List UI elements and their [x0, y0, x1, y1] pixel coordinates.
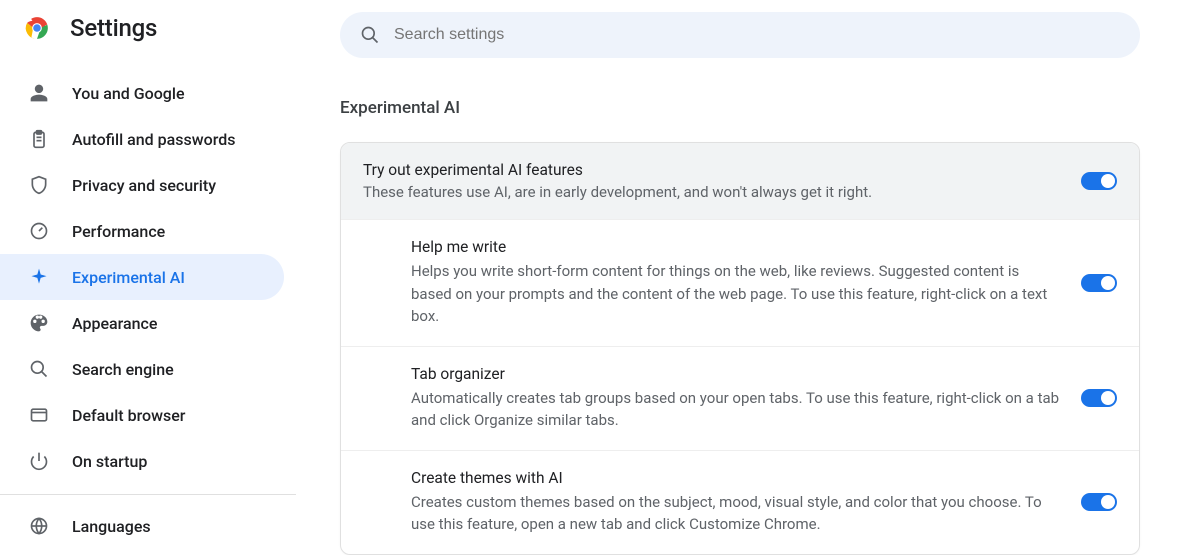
nav: You and Google Autofill and passwords Pr… [0, 60, 296, 549]
person-icon [28, 82, 50, 104]
search-bar[interactable] [340, 12, 1140, 58]
search-input[interactable] [394, 26, 1120, 44]
shield-icon [28, 174, 50, 196]
sidebar-item-default-browser[interactable]: Default browser [0, 392, 284, 438]
sidebar-item-label: Performance [72, 222, 165, 241]
page-title: Experimental AI [340, 98, 1140, 118]
sidebar-item-performance[interactable]: Performance [0, 208, 284, 254]
row-title: Help me write [411, 238, 1061, 256]
sidebar-item-you-and-google[interactable]: You and Google [0, 70, 284, 116]
sidebar-item-label: Experimental AI [72, 268, 185, 287]
toggle-help-me-write[interactable] [1081, 274, 1117, 292]
row-desc: Helps you write short-form content for t… [411, 260, 1061, 328]
search-icon [360, 25, 380, 45]
settings-card: Try out experimental AI features These f… [340, 142, 1140, 555]
clipboard-icon [28, 128, 50, 150]
row-tab-organizer: Tab organizer Automatically creates tab … [341, 346, 1139, 450]
sidebar-item-label: On startup [72, 452, 147, 471]
sidebar-item-privacy[interactable]: Privacy and security [0, 162, 284, 208]
toggle-tab-organizer[interactable] [1081, 389, 1117, 407]
sidebar-item-experimental-ai[interactable]: Experimental AI [0, 254, 284, 300]
sidebar-item-autofill[interactable]: Autofill and passwords [0, 116, 284, 162]
chrome-icon [24, 15, 50, 41]
sidebar-item-label: Privacy and security [72, 176, 216, 195]
sidebar-item-label: Languages [72, 517, 151, 536]
sidebar-item-on-startup[interactable]: On startup [0, 438, 284, 484]
toggle-create-themes[interactable] [1081, 493, 1117, 511]
row-title: Create themes with AI [411, 469, 1061, 487]
globe-icon [28, 515, 50, 537]
row-desc: Automatically creates tab groups based o… [411, 387, 1061, 432]
sidebar-item-search-engine[interactable]: Search engine [0, 346, 284, 392]
sidebar-divider [0, 494, 296, 495]
sidebar-item-label: You and Google [72, 84, 185, 103]
sidebar-item-languages[interactable]: Languages [0, 503, 284, 549]
sidebar-item-label: Appearance [72, 314, 157, 333]
sparkle-icon [28, 266, 50, 288]
row-desc: Creates custom themes based on the subje… [411, 491, 1061, 536]
sidebar-item-appearance[interactable]: Appearance [0, 300, 284, 346]
toggle-experimental-ai[interactable] [1081, 172, 1117, 190]
browser-icon [28, 404, 50, 426]
brand: Settings [0, 14, 296, 60]
card-header: Try out experimental AI features These f… [341, 143, 1139, 219]
sidebar-item-label: Search engine [72, 360, 174, 379]
search-icon [28, 358, 50, 380]
header-desc: These features use AI, are in early deve… [363, 183, 1061, 201]
power-icon [28, 450, 50, 472]
header-title: Try out experimental AI features [363, 161, 1061, 179]
sidebar: Settings You and Google Autofill and pas… [0, 0, 296, 551]
palette-icon [28, 312, 50, 334]
sidebar-item-label: Default browser [72, 406, 185, 425]
sidebar-item-label: Autofill and passwords [72, 130, 235, 149]
row-help-me-write: Help me write Helps you write short-form… [341, 219, 1139, 346]
gauge-icon [28, 220, 50, 242]
row-create-themes: Create themes with AI Creates custom the… [341, 450, 1139, 554]
row-title: Tab organizer [411, 365, 1061, 383]
main: Experimental AI Try out experimental AI … [296, 0, 1200, 551]
brand-title: Settings [70, 14, 157, 42]
